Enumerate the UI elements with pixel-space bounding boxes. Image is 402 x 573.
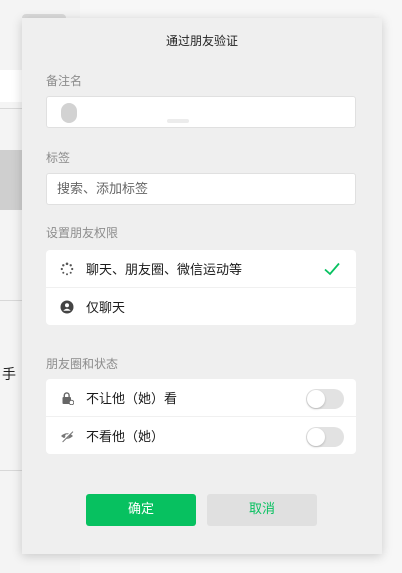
hide-theirs-toggle[interactable] — [306, 427, 344, 447]
remark-input[interactable] — [46, 96, 356, 128]
permissions-label: 设置朋友权限 — [46, 226, 119, 240]
eye-off-icon — [61, 429, 74, 442]
tags-search-input[interactable] — [47, 174, 355, 204]
tags-search-field[interactable] — [46, 173, 356, 205]
moments-option-hide-theirs[interactable]: 不看他（她） — [46, 416, 356, 454]
hide-mine-toggle[interactable] — [306, 389, 344, 409]
remark-value-blurred — [61, 103, 77, 123]
confirm-button[interactable]: 确定 — [86, 494, 196, 526]
moments-label: 朋友圈和状态 — [46, 357, 119, 371]
moments-option-label: 不让他（她）看 — [86, 392, 178, 407]
verify-friend-dialog: 通过朋友验证 备注名 标签 设置朋友权限 聊天、朋友圈、微信运动等 — [22, 18, 382, 554]
cancel-button[interactable]: 取消 — [207, 494, 317, 526]
background-text: 手 — [2, 367, 16, 383]
remark-label: 备注名 — [46, 74, 83, 88]
tags-label: 标签 — [46, 151, 71, 165]
lock-icon — [62, 391, 74, 405]
permission-option-label: 聊天、朋友圈、微信运动等 — [86, 263, 243, 278]
checkmark-icon — [324, 262, 340, 276]
person-icon — [60, 300, 74, 313]
permissions-panel: 聊天、朋友圈、微信运动等 仅聊天 — [46, 250, 356, 325]
moments-option-label: 不看他（她） — [86, 430, 165, 445]
toggle-knob — [307, 428, 325, 446]
moments-option-hide-mine[interactable]: 不让他（她）看 — [46, 379, 356, 416]
toggle-knob — [307, 390, 325, 408]
permission-option-label: 仅聊天 — [86, 301, 126, 316]
loading-spinner-icon — [60, 262, 74, 275]
dialog-title: 通过朋友验证 — [165, 34, 238, 48]
remark-value-blurred — [167, 119, 189, 123]
permission-option-all[interactable]: 聊天、朋友圈、微信运动等 — [46, 250, 356, 287]
background-block — [0, 150, 22, 210]
moments-panel: 不让他（她）看 不看他（她） — [46, 379, 356, 454]
background-block — [0, 70, 22, 102]
permission-option-chat-only[interactable]: 仅聊天 — [46, 287, 356, 325]
